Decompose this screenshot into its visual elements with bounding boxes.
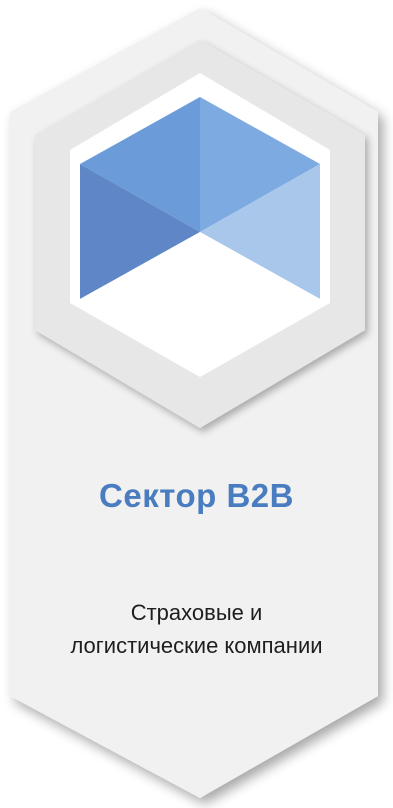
card-background (10, 8, 378, 798)
sector-title: Сектор B2B (99, 477, 294, 514)
sector-description: Страховые и логистические компании (70, 600, 323, 658)
